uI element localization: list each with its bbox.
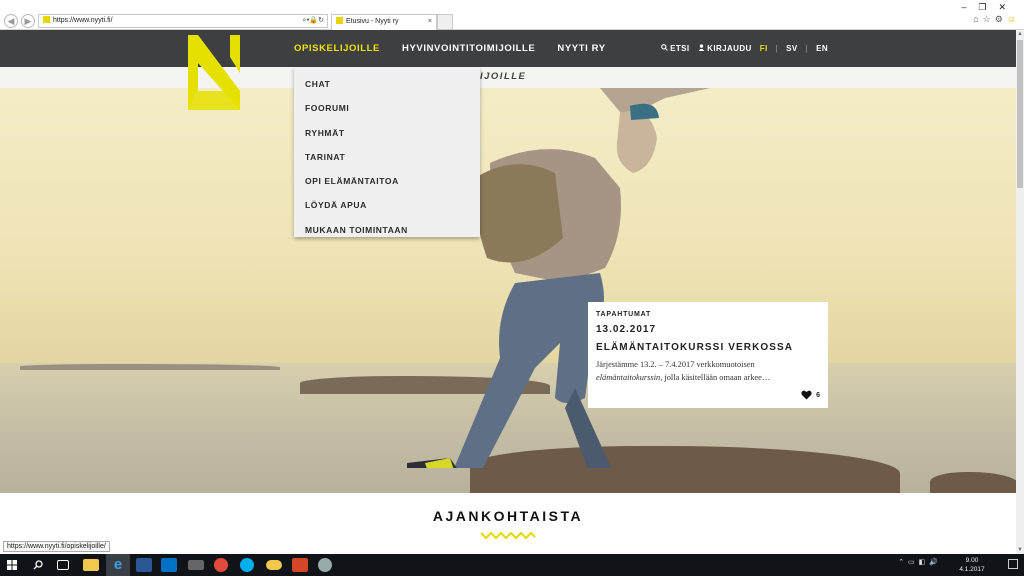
scroll-up-icon[interactable]: ▲ — [1016, 31, 1024, 37]
clock-time: 9.00 — [965, 557, 979, 564]
word-icon[interactable] — [136, 558, 152, 572]
browser-tab[interactable]: Etusivu - Nyyti ry × — [331, 14, 437, 30]
back-button[interactable]: ◀ — [4, 14, 18, 28]
file-explorer-icon[interactable] — [83, 559, 99, 571]
lang-separator: | — [805, 44, 809, 53]
dropdown-item-mukaan-toimintaan[interactable]: MUKAAN TOIMINTAAN — [294, 218, 480, 242]
section-heading-ajankohtaista: AJANKOHTAISTA — [432, 508, 584, 524]
favorites-star-icon[interactable]: ☆ — [983, 14, 995, 24]
event-date: 13.02.2017 — [596, 324, 657, 335]
new-tab-button[interactable] — [437, 14, 453, 30]
nyyti-logo[interactable] — [186, 33, 242, 112]
powerpoint-icon[interactable] — [292, 558, 308, 572]
dropdown-item-tarinat[interactable]: TARINAT — [294, 145, 480, 169]
task-view-icon[interactable] — [57, 560, 69, 570]
cloud-icon[interactable] — [266, 560, 282, 570]
nav-opiskelijoille[interactable]: OPISKELIJOILLE — [294, 43, 380, 54]
window-controls[interactable]: –❐✕ — [961, 2, 1018, 13]
home-icon[interactable]: ⌂ — [973, 14, 982, 24]
taskbar-search-icon[interactable] — [33, 560, 43, 570]
scrollbar-thumb[interactable] — [1017, 40, 1023, 188]
opiskelijoille-dropdown: CHAT FOORUMI RYHMÄT TARINAT OPI ELÄMÄNTA… — [294, 67, 480, 237]
event-excerpt-line1: Järjestämme 13.2. – 7.4.2017 verkkomuoto… — [596, 360, 755, 369]
dropdown-item-opi-elamantaitoa[interactable]: OPI ELÄMÄNTAITOA — [294, 169, 480, 193]
skype-icon[interactable] — [240, 558, 254, 572]
tab-favicon-icon — [336, 17, 343, 24]
heart-icon — [801, 390, 812, 400]
utility-nav: ETSI KIRJAUDU FI | SV | EN — [660, 30, 828, 67]
user-icon — [698, 44, 704, 51]
event-category: TAPAHTUMAT — [596, 311, 652, 318]
main-nav: OPISKELIJOILLE HYVINVOINTITOIMIJOILLE NY… — [294, 30, 606, 67]
event-excerpt-emphasis: elämäntaitokurssin — [596, 372, 661, 382]
browser-tools[interactable]: ⌂☆⚙☺ — [973, 14, 1020, 25]
hero-image — [0, 88, 1016, 493]
search-icon — [660, 44, 668, 51]
internet-explorer-icon[interactable]: e — [110, 557, 126, 573]
clock-date: 4.1.2017 — [959, 566, 985, 573]
scroll-down-icon[interactable]: ▼ — [1016, 547, 1024, 553]
windows-start-icon[interactable] — [7, 560, 17, 570]
login-link[interactable]: KIRJAUDU — [698, 44, 752, 53]
lang-en[interactable]: EN — [816, 44, 828, 53]
tab-title: Etusivu - Nyyti ry — [346, 18, 399, 25]
login-label: KIRJAUDU — [707, 44, 752, 53]
page-subheader: IJOILLE — [0, 67, 1016, 88]
dropdown-item-foorumi[interactable]: FOORUMI — [294, 96, 480, 120]
event-excerpt: Järjestämme 13.2. – 7.4.2017 verkkomuoto… — [596, 359, 820, 384]
event-card[interactable]: TAPAHTUMAT 13.02.2017 ELÄMÄNTAITOKURSSI … — [588, 302, 828, 408]
search-link[interactable]: ETSI — [660, 44, 690, 53]
windows-taskbar: e ⌃▭◧🔊 9.00 4.1.2017 — [0, 554, 1024, 576]
notification-center-icon[interactable] — [1008, 559, 1018, 569]
lang-separator: | — [775, 44, 779, 53]
nav-nyyti-ry[interactable]: NYYTI RY — [557, 43, 605, 54]
dropdown-item-loyda-apua[interactable]: LÖYDÄ APUA — [294, 193, 480, 217]
forward-button[interactable]: ▶ — [21, 14, 35, 28]
settings-gear-icon[interactable]: ⚙ — [995, 14, 1007, 24]
site-header: OPISKELIJOILLE HYVINVOINTITOIMIJOILLE NY… — [0, 30, 1016, 67]
dropdown-item-chat[interactable]: CHAT — [294, 72, 480, 96]
address-url: https://www.nyyti.fi/ — [53, 17, 113, 24]
status-url-tooltip: https://www.nyyti.fi/opiskelijoille/ — [3, 541, 110, 552]
game-icon[interactable] — [188, 560, 204, 570]
lang-sv[interactable]: SV — [786, 44, 797, 53]
lang-fi[interactable]: FI — [760, 44, 768, 53]
event-likes[interactable]: 6 — [801, 390, 820, 400]
outlook-icon[interactable] — [161, 558, 177, 572]
page-scrollbar[interactable]: ▲ ▼ — [1016, 30, 1024, 554]
nav-hyvinvointitoimijoille[interactable]: HYVINVOINTITOIMIJOILLE — [402, 43, 535, 54]
event-excerpt-line2: , jolla käsitellään omaan arkee… — [660, 372, 771, 382]
taskbar-clock[interactable]: 9.00 4.1.2017 — [952, 556, 992, 574]
hero-rock — [20, 364, 280, 370]
site-favicon-icon — [43, 16, 50, 23]
hero-rock — [930, 472, 1016, 493]
event-likes-count: 6 — [816, 391, 820, 399]
search-label: ETSI — [670, 44, 690, 53]
event-title[interactable]: ELÄMÄNTAITOKURSSI VERKOSSA — [596, 342, 820, 353]
network-icon[interactable] — [318, 558, 332, 572]
address-actions-icon[interactable]: ⌕▾🔒↻ — [303, 15, 324, 27]
page-subheader-title: IJOILLE — [480, 71, 527, 82]
chrome-icon[interactable] — [214, 558, 228, 572]
tab-close-icon[interactable]: × — [428, 15, 432, 29]
feedback-smiley-icon[interactable]: ☺ — [1007, 14, 1020, 24]
zigzag-divider-icon — [480, 531, 536, 540]
system-tray-icons[interactable]: ⌃▭◧🔊 — [898, 558, 942, 566]
dropdown-item-ryhmat[interactable]: RYHMÄT — [294, 121, 480, 145]
address-bar[interactable]: https://www.nyyti.fi/ ⌕▾🔒↻ — [38, 14, 328, 28]
browser-chrome: ◀ ▶ https://www.nyyti.fi/ ⌕▾🔒↻ Etusivu -… — [0, 0, 1024, 30]
